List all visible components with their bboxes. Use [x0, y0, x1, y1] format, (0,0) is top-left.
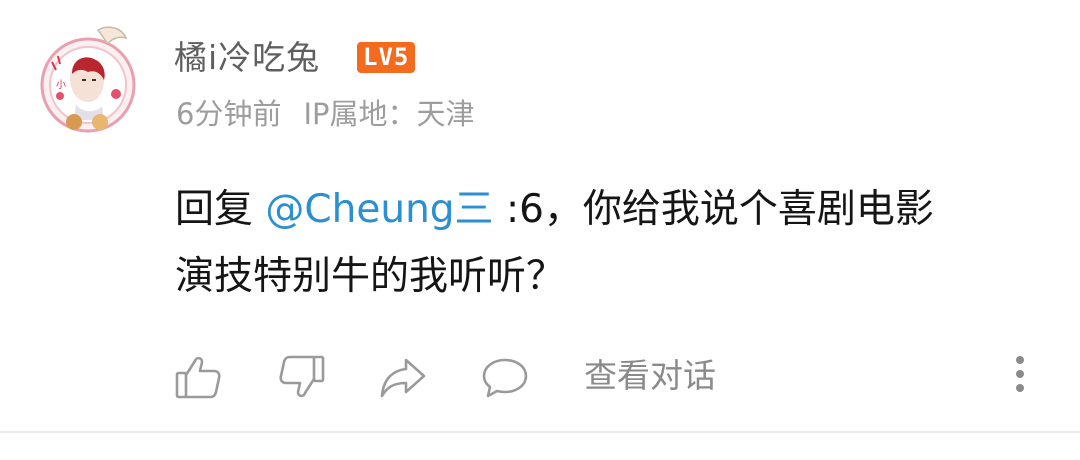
comment-text: 回复 @Cheung三 :6，你给我说个喜剧电影 演技特别牛的我听听？ — [175, 176, 1035, 310]
svg-text:小: 小 — [56, 79, 66, 91]
share-arrow-icon[interactable] — [378, 352, 428, 402]
avatar-image: 小 — [40, 26, 136, 133]
timestamp: 6分钟前 — [176, 97, 282, 131]
username[interactable]: 橘i冷吃兔 — [174, 38, 320, 78]
comment-text-line1: :6，你给我说个喜剧电影 — [493, 187, 934, 232]
comment-actions: 查看对话 — [0, 346, 1080, 406]
thumbs-down-icon[interactable] — [276, 352, 326, 402]
level-badge: LV5 — [357, 42, 416, 73]
comment-item: 小 橘i冷吃兔 LV5 6分钟前 IP属地：天津 回复 @Cheung三 :6，你… — [0, 0, 1080, 433]
divider — [0, 431, 1080, 433]
ip-location: IP属地：天津 — [303, 97, 475, 131]
thumbs-up-icon[interactable] — [174, 352, 224, 402]
speech-bubble-icon[interactable] — [480, 352, 530, 402]
mention-link[interactable]: @Cheung三 — [265, 187, 493, 232]
view-conversation-link[interactable]: 查看对话 — [584, 356, 716, 396]
vertical-ellipsis-icon[interactable] — [1006, 352, 1034, 396]
reply-prefix: 回复 — [175, 187, 266, 232]
comment-text-line2: 演技特别牛的我听听？ — [175, 254, 566, 299]
avatar[interactable]: 小 — [38, 22, 138, 140]
comment-meta: 6分钟前 IP属地：天津 — [176, 96, 475, 132]
